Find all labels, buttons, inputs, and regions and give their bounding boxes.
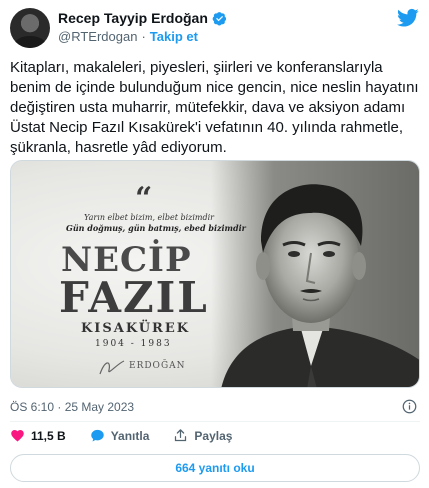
read-replies-button[interactable]: 664 yanıtı oku	[10, 454, 420, 482]
like-button[interactable]: 11,5 B	[10, 428, 66, 443]
author-handle[interactable]: @RTErdogan	[58, 29, 137, 44]
twitter-bird-icon[interactable]	[397, 8, 419, 28]
tweet-text: Kitapları, makaleleri, piyesleri, şiirle…	[10, 59, 419, 156]
poem-line-1: Yarın elbet bizim, elbet bizimdir	[84, 213, 214, 222]
poem-line-2: Gün doğmuş, gün batmış, ebed bizimdir	[66, 223, 246, 233]
action-bar: 11,5 B Yanıtla Paylaş	[10, 428, 256, 443]
separator-dot: ·	[141, 29, 146, 44]
tweet-card: Recep Tayyip Erdoğan @RTErdogan · Takip …	[0, 0, 429, 488]
share-label: Paylaş	[194, 428, 233, 443]
title-surname: KISAKÜREK	[81, 321, 191, 336]
share-button[interactable]: Paylaş	[173, 428, 232, 443]
info-icon[interactable]	[402, 399, 417, 414]
verified-badge-icon	[212, 11, 226, 26]
reply-icon	[90, 429, 104, 442]
author-name[interactable]: Recep Tayyip Erdoğan	[58, 10, 208, 26]
signature-name: ERDOĞAN	[129, 361, 186, 371]
tweet-image[interactable]: “ Yarın elbet bizim, elbet bizimdir Gün …	[10, 160, 420, 388]
tweet-timestamp[interactable]: ÖS 6:10 · 25 May 2023	[10, 400, 134, 414]
heart-icon	[11, 430, 24, 442]
title-middle-name: FAZIL	[59, 273, 209, 322]
quote-mark: “	[135, 181, 153, 216]
author-name-row: Recep Tayyip Erdoğan	[58, 10, 227, 26]
divider	[10, 421, 420, 422]
signature-mark	[99, 360, 125, 375]
handle-row: @RTErdogan · Takip et	[58, 29, 198, 44]
avatar[interactable]	[10, 8, 50, 48]
share-icon	[175, 429, 187, 442]
reply-label: Yanıtla	[110, 428, 150, 443]
follow-button[interactable]: Takip et	[150, 29, 198, 44]
reply-button[interactable]: Yanıtla	[90, 428, 150, 443]
life-years: 1904 - 1983	[95, 339, 172, 349]
like-count: 11,5 B	[31, 428, 66, 443]
